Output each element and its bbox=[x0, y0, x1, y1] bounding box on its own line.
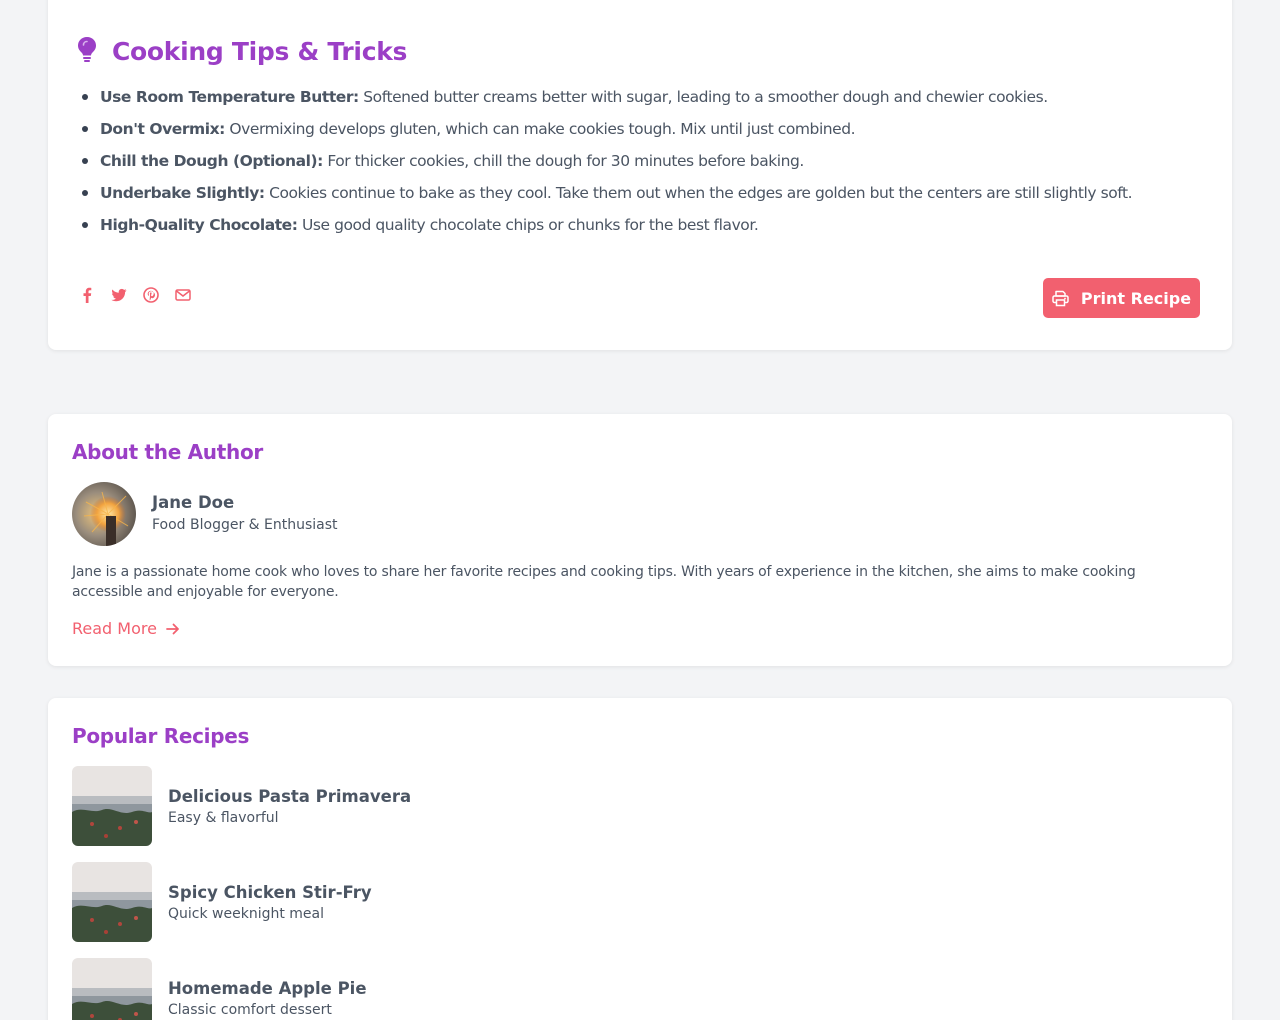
lightbulb-icon bbox=[76, 36, 98, 66]
tip-text: For thicker cookies, chill the dough for… bbox=[327, 152, 804, 170]
author-bio: Jane is a passionate home cook who loves… bbox=[72, 564, 1136, 600]
tip-label: Use Room Temperature Butter: bbox=[100, 88, 359, 106]
tip-text: Softened butter creams better with sugar… bbox=[363, 88, 1048, 106]
about-author-card: About the Author Jane Doe Food Blogger &… bbox=[48, 414, 1232, 666]
twitter-icon[interactable] bbox=[110, 286, 128, 304]
recipe-name: Delicious Pasta Primavera bbox=[168, 786, 412, 806]
read-more-link[interactable]: Read More bbox=[72, 619, 181, 638]
tip-label: High-Quality Chocolate: bbox=[100, 216, 298, 234]
recipe-thumbnail bbox=[72, 766, 152, 846]
recipe-item[interactable]: Spicy Chicken Stir-Fry Quick weeknight m… bbox=[72, 862, 372, 942]
recipe-item[interactable]: Delicious Pasta Primavera Easy & flavorf… bbox=[72, 766, 411, 846]
tips-header: Cooking Tips & Tricks bbox=[76, 36, 407, 66]
about-author-title: About the Author bbox=[72, 440, 263, 464]
share-links bbox=[78, 286, 192, 304]
recipe-thumbnail bbox=[72, 958, 152, 1020]
recipe-subtitle: Quick weeknight meal bbox=[168, 905, 325, 922]
recipe-thumbnail bbox=[72, 862, 152, 942]
pinterest-icon[interactable] bbox=[142, 286, 160, 304]
cooking-tips-card: Cooking Tips & Tricks Use Room Temperatu… bbox=[48, 0, 1232, 350]
recipe-name: Homemade Apple Pie bbox=[168, 978, 367, 998]
tip-text: Overmixing develops gluten, which can ma… bbox=[229, 120, 856, 138]
list-item: Underbake Slightly: Cookies continue to … bbox=[81, 182, 1133, 214]
tips-list: Use Room Temperature Butter: Softened bu… bbox=[81, 86, 1133, 246]
arrow-right-icon bbox=[166, 623, 179, 634]
printer-icon bbox=[1052, 290, 1069, 306]
popular-recipes-title: Popular Recipes bbox=[72, 724, 250, 748]
author-name: Jane Doe bbox=[152, 493, 235, 512]
envelope-icon[interactable] bbox=[174, 286, 192, 304]
author-role: Food Blogger & Enthusiast bbox=[152, 517, 338, 533]
recipe-item[interactable]: Homemade Apple Pie Classic comfort desse… bbox=[72, 958, 367, 1020]
read-more-label: Read More bbox=[72, 619, 157, 638]
tip-text: Use good quality chocolate chips or chun… bbox=[301, 216, 759, 234]
facebook-icon[interactable] bbox=[78, 286, 96, 304]
print-recipe-label: Print Recipe bbox=[1080, 288, 1192, 308]
recipe-subtitle: Classic comfort dessert bbox=[168, 1001, 332, 1018]
recipe-subtitle: Easy & flavorful bbox=[168, 809, 279, 826]
list-item: Don't Overmix: Overmixing develops glute… bbox=[81, 118, 1132, 150]
print-recipe-button[interactable]: Print Recipe bbox=[1043, 278, 1200, 318]
tips-title: Cooking Tips & Tricks bbox=[112, 36, 408, 66]
tip-label: Chill the Dough (Optional): bbox=[100, 152, 323, 170]
tip-label: Don't Overmix: bbox=[100, 120, 225, 138]
list-item: Use Room Temperature Butter: Softened bu… bbox=[81, 86, 1132, 118]
author-avatar bbox=[72, 482, 136, 546]
tip-text: Cookies continue to bake as they cool. T… bbox=[269, 184, 1133, 202]
list-item: Chill the Dough (Optional): For thicker … bbox=[81, 150, 1132, 182]
recipe-name: Spicy Chicken Stir-Fry bbox=[168, 882, 372, 902]
tip-label: Underbake Slightly: bbox=[100, 184, 265, 202]
popular-recipes-card: Popular Recipes Delicious Pasta Primaver… bbox=[48, 698, 1232, 1020]
list-item: High-Quality Chocolate: Use good quality… bbox=[81, 214, 1132, 246]
